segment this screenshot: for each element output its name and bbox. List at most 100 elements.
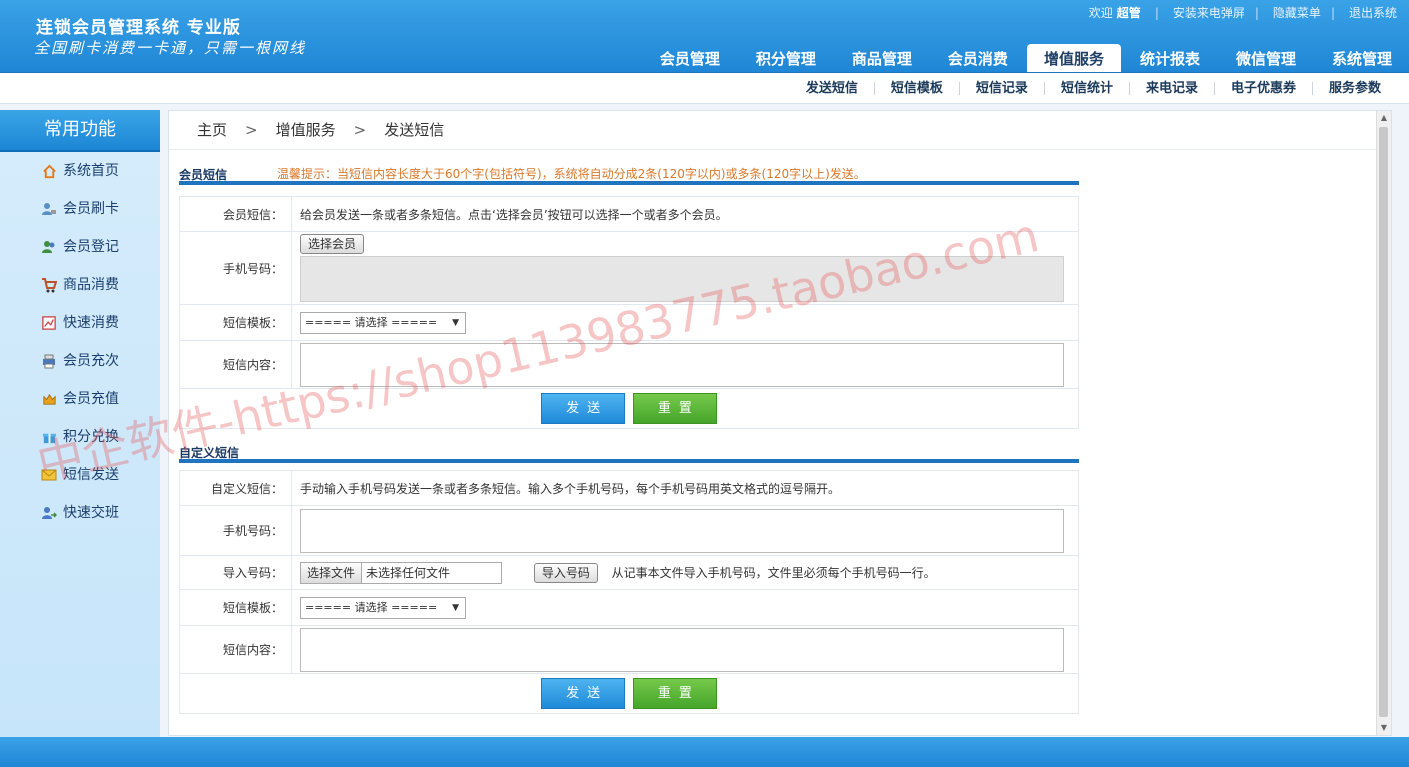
select-value: ===== 请选择 ===== (305, 315, 438, 329)
caret-down-icon: ▼ (452, 602, 459, 613)
sms-template-select[interactable]: ===== 请选择 ===== ▼ (300, 596, 466, 619)
sidebar-item-label: 快速交班 (63, 505, 119, 521)
breadcrumb-home[interactable]: 主页 (197, 111, 227, 149)
caret-down-icon: ▼ (452, 317, 459, 328)
header: 连锁会员管理系统 专业版 全国刷卡消费一卡通，只需一根网线 欢迎 超管 | 安装… (0, 0, 1409, 73)
app-title: 连锁会员管理系统 专业版 (36, 18, 241, 38)
scroll-up-icon[interactable]: ▲ (1377, 111, 1391, 125)
install-popup-link[interactable]: 安装来电弹屏 (1173, 4, 1245, 21)
section-title: 会员短信 (179, 168, 228, 182)
main-nav: 会员管理 积分管理 商品管理 会员消费 增值服务 统计报表 微信管理 系统管理 (641, 44, 1409, 72)
breadcrumb: 主页 > 增值服务 > 发送短信 (169, 111, 1391, 150)
breadcrumb-value-added[interactable]: 增值服务 (276, 111, 336, 149)
chevron-right-icon: > (245, 121, 258, 139)
sms-template-select[interactable]: ===== 请选择 ===== ▼ (300, 311, 466, 334)
user-card-icon (41, 201, 57, 217)
subnav-sms-stats[interactable]: 短信统计 (1043, 81, 1129, 95)
users-icon (41, 239, 57, 255)
file-status: 未选择任何文件 (366, 566, 451, 580)
logout-link[interactable]: 退出系统 (1349, 4, 1397, 21)
file-picker[interactable]: 选择文件 未选择任何文件 (300, 561, 502, 584)
custom-sms-header: 自定义短信 (179, 439, 1079, 463)
member-sms-form: 会员短信： 给会员发送一条或者多条短信。点击‘选择会员’按钮可以选择一个或者多个… (179, 196, 1079, 429)
select-member-button[interactable]: 选择会员 (300, 234, 365, 254)
chart-icon (41, 315, 57, 331)
nav-tab-value-added[interactable]: 增值服务 (1026, 44, 1121, 72)
sidebar-item-label: 快速消费 (63, 315, 119, 331)
field-label: 会员短信： (179, 196, 292, 232)
footer (0, 737, 1409, 767)
sidebar-item-goods-consume[interactable]: 商品消费 (0, 266, 160, 304)
reset-button[interactable]: 重置 (632, 678, 717, 709)
scrollbar[interactable]: ▲ ▼ (1376, 111, 1391, 735)
send-button[interactable]: 发送 (541, 678, 626, 709)
phone-numbers-textarea[interactable] (300, 508, 1064, 553)
sidebar-item-label: 会员充值 (63, 391, 119, 407)
divider: | (1154, 5, 1159, 20)
sidebar-item-quick-consume[interactable]: 快速消费 (0, 304, 160, 342)
subnav-send-sms[interactable]: 发送短信 (790, 82, 874, 95)
import-hint: 从记事本文件导入手机号码，文件里必须每个手机号码一行。 (611, 566, 936, 580)
send-button[interactable]: 发送 (541, 393, 626, 424)
sub-nav: 发送短信 短信模板 短信记录 短信统计 来电记录 电子优惠券 服务参数 (0, 73, 1409, 104)
field-label: 短信模板： (179, 589, 292, 626)
sms-content-textarea[interactable] (300, 342, 1064, 387)
sidebar-item-send-sms[interactable]: 短信发送 (0, 456, 160, 494)
sidebar-item-register[interactable]: 会员登记 (0, 228, 160, 266)
sidebar-title: 常用功能 (0, 110, 160, 152)
subnav-coupons[interactable]: 电子优惠券 (1213, 81, 1312, 95)
sidebar-item-recharge-times[interactable]: 会员充次 (0, 342, 160, 380)
sidebar-item-swipe-card[interactable]: 会员刷卡 (0, 190, 160, 228)
subnav-sms-records[interactable]: 短信记录 (958, 81, 1044, 95)
divider: | (1330, 5, 1335, 20)
scroll-thumb[interactable] (1379, 127, 1388, 717)
sidebar-item-shift-handover[interactable]: 快速交班 (0, 494, 160, 532)
subnav-call-records[interactable]: 来电记录 (1128, 81, 1214, 95)
selected-members-box (300, 256, 1064, 302)
sidebar-item-label: 短信发送 (63, 467, 119, 483)
sms-content-textarea[interactable] (300, 627, 1064, 672)
user-switch-icon (41, 505, 57, 521)
sidebar-item-points-exchange[interactable]: 积分兑换 (0, 418, 160, 456)
sidebar-item-recharge-value[interactable]: 会员充值 (0, 380, 160, 418)
nav-tab-consume[interactable]: 会员消费 (931, 44, 1025, 72)
sidebar-item-label: 商品消费 (63, 277, 119, 293)
custom-sms-intro: 手动输入手机号码发送一条或者多条短信。输入多个手机号码，每个手机号码用英文格式的… (291, 470, 1079, 506)
sidebar-item-label: 会员登记 (63, 239, 119, 255)
app-slogan: 全国刷卡消费一卡通，只需一根网线 (34, 39, 307, 57)
import-numbers-button[interactable]: 导入号码 (533, 562, 598, 583)
field-label: 短信内容： (179, 340, 292, 389)
chevron-right-icon: > (353, 121, 367, 139)
field-label: 手机号码： (179, 505, 292, 556)
field-label: 短信内容： (179, 625, 292, 674)
custom-sms-form: 自定义短信： 手动输入手机号码发送一条或者多条短信。输入多个手机号码，每个手机号… (179, 470, 1079, 714)
sidebar-item-label: 会员充次 (63, 353, 119, 369)
member-sms-header: 会员短信 温馨提示：当短信内容长度大于60个字(包括符号)，系统将自动分成2条(… (179, 161, 1079, 185)
nav-tab-goods[interactable]: 商品管理 (835, 44, 929, 72)
sidebar-item-label: 会员刷卡 (63, 201, 119, 217)
field-label: 手机号码： (179, 231, 292, 305)
sidebar-item-home[interactable]: 系统首页 (0, 152, 160, 190)
subnav-sms-template[interactable]: 短信模板 (873, 81, 959, 95)
scroll-down-icon[interactable]: ▼ (1377, 721, 1391, 735)
member-sms-intro: 给会员发送一条或者多条短信。点击‘选择会员’按钮可以选择一个或者多个会员。 (291, 196, 1079, 232)
welcome-text: 欢迎 (1088, 6, 1113, 20)
choose-file-button[interactable]: 选择文件 (301, 562, 363, 583)
nav-tab-reports[interactable]: 统计报表 (1123, 44, 1217, 72)
mail-icon (41, 467, 57, 483)
select-value: ===== 请选择 ===== (305, 600, 438, 614)
field-label: 导入号码： (179, 555, 292, 590)
nav-tab-system[interactable]: 系统管理 (1315, 44, 1409, 72)
current-user: 超管 (1116, 6, 1141, 20)
printer-icon (41, 353, 57, 369)
sidebar: 常用功能 系统首页 会员刷卡 会员登记 商品消费 快速消费 会员充次 会员充值 … (0, 110, 160, 737)
nav-tab-points[interactable]: 积分管理 (739, 44, 833, 72)
nav-tab-member[interactable]: 会员管理 (643, 44, 737, 72)
hide-menu-link[interactable]: 隐藏菜单 (1273, 4, 1321, 21)
subnav-service-params[interactable]: 服务参数 (1311, 81, 1397, 95)
reset-button[interactable]: 重置 (632, 393, 717, 424)
breadcrumb-current: 发送短信 (384, 121, 445, 139)
sidebar-item-label: 系统首页 (63, 163, 119, 179)
field-label: 短信模板： (179, 304, 292, 341)
nav-tab-wechat[interactable]: 微信管理 (1219, 44, 1313, 72)
